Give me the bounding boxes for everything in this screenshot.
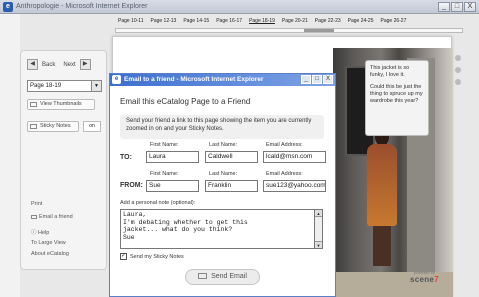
page-select-value: Page 18-19: [30, 83, 62, 89]
to-email-caption: Email Address:: [266, 142, 303, 148]
page-tab-active[interactable]: Page 18-19: [249, 18, 275, 24]
to-first-name-input[interactable]: Laura: [146, 151, 199, 163]
from-last-name-input[interactable]: Franklin: [205, 180, 258, 192]
close-button[interactable]: X: [464, 2, 476, 12]
dialog-maximize-button[interactable]: □: [312, 75, 322, 84]
dialog-titlebar[interactable]: e Email to a friend - Microsoft Internet…: [110, 74, 335, 86]
send-sticky-row: ✓ Send my Sticky Notes: [120, 253, 184, 260]
sticky-note-line2: Could this be just the thing to spruce u…: [370, 84, 423, 104]
sticky-marker[interactable]: [455, 55, 461, 61]
personal-note-textarea[interactable]: Laura, I'm debating whether to get this …: [120, 209, 315, 249]
from-last-caption: Last Name:: [209, 171, 238, 177]
scroll-up-icon[interactable]: ▲: [315, 210, 322, 217]
minimize-button[interactable]: _: [438, 2, 450, 12]
ie-icon: e: [112, 75, 121, 84]
thumbnails-icon: [30, 102, 37, 107]
page-tab[interactable]: Page 26-27: [381, 18, 407, 24]
email-friend-link[interactable]: Email a friend: [31, 214, 73, 220]
view-thumbnails-button[interactable]: View Thumbnails: [27, 99, 95, 110]
dialog-heading: Email this eCatalog Page to a Friend: [120, 97, 251, 106]
dialog-close-button[interactable]: X: [323, 75, 333, 84]
about-link[interactable]: About eCatalog: [31, 251, 69, 257]
to-first-caption: First Name:: [150, 142, 179, 148]
from-first-name-input[interactable]: Sue: [146, 180, 199, 192]
from-label: FROM:: [120, 182, 143, 189]
page-tab[interactable]: Page 16-17: [216, 18, 242, 24]
sticky-toggle[interactable]: on: [83, 121, 101, 132]
page-tab[interactable]: Page 14-15: [183, 18, 209, 24]
to-label: TO:: [120, 154, 132, 161]
page-tab[interactable]: Page 20-21: [282, 18, 308, 24]
email-friend-label: Email a friend: [39, 214, 73, 220]
maximize-button[interactable]: □: [451, 2, 463, 12]
page-tab[interactable]: Page 24-25: [348, 18, 374, 24]
send-email-button[interactable]: Send Email: [185, 269, 260, 285]
model-legs: [373, 226, 391, 266]
sticky-markers: [455, 55, 463, 125]
page-tab[interactable]: Page 10-11: [118, 18, 143, 24]
from-first-caption: First Name:: [150, 171, 179, 177]
sticky-marker[interactable]: [455, 67, 461, 73]
next-label[interactable]: Next: [63, 62, 75, 68]
send-sticky-label[interactable]: Send my Sticky Notes: [130, 254, 184, 260]
from-email-input[interactable]: sue123@yahoo.com: [263, 180, 326, 192]
help-icon: ⓘ: [31, 230, 39, 236]
view-thumbnails-label: View Thumbnails: [40, 101, 82, 107]
send-sticky-checkbox[interactable]: ✓: [120, 253, 127, 260]
sticky-notes-label: Sticky Notes: [40, 123, 71, 129]
to-last-caption: Last Name:: [209, 142, 238, 148]
from-email-caption: Email Address:: [266, 171, 303, 177]
dialog-description: Send your friend a link to this page sho…: [120, 115, 324, 139]
back-arrow-button[interactable]: ◀: [27, 59, 38, 70]
back-label[interactable]: Back: [42, 62, 55, 68]
sticky-marker[interactable]: [455, 79, 461, 85]
help-label: Help: [38, 230, 50, 236]
chevron-down-icon[interactable]: ▼: [91, 81, 101, 91]
larger-view-link[interactable]: To Large View: [31, 240, 66, 246]
to-email-input[interactable]: lcald@msn.com: [263, 151, 326, 163]
note-scrollbar[interactable]: ▲ ▼: [315, 209, 323, 249]
scroll-down-icon[interactable]: ▼: [315, 241, 322, 248]
powered-by: powered by scene7: [410, 270, 439, 284]
mail-icon: [31, 214, 37, 219]
catalog-control-panel: ◀ Back Next ▶ Page 18-19 ▼ View Thumbnai…: [20, 50, 107, 270]
sticky-note-line1: This jacket is so funky, I love it.: [370, 65, 410, 78]
dialog-title: Email to a friend - Microsoft Internet E…: [124, 76, 264, 83]
main-titlebar: e Anthropologie - Microsoft Internet Exp…: [0, 0, 479, 14]
window-title: Anthropologie - Microsoft Internet Explo…: [16, 3, 148, 10]
sticky-notes-button[interactable]: Sticky Notes: [27, 121, 79, 132]
dialog-minimize-button[interactable]: _: [301, 75, 311, 84]
note-caption: Add a personal note (optional):: [120, 200, 196, 206]
page-select[interactable]: Page 18-19 ▼: [27, 80, 102, 92]
ie-icon: e: [3, 2, 13, 12]
envelope-icon: [198, 273, 208, 280]
left-margin: [0, 14, 20, 297]
sticky-note[interactable]: This jacket is so funky, I love it. Coul…: [365, 60, 429, 136]
model-jacket: [367, 144, 397, 226]
scene7-logo: scene7: [410, 275, 439, 284]
page-tabs: Page 10-11 Page 12-13 Page 14-15 Page 16…: [118, 18, 413, 24]
page-tab[interactable]: Page 22-23: [315, 18, 341, 24]
sticky-notes-icon: [30, 124, 37, 129]
email-dialog: e Email to a friend - Microsoft Internet…: [109, 73, 336, 297]
send-email-label: Send Email: [211, 273, 247, 280]
next-arrow-button[interactable]: ▶: [79, 59, 91, 70]
to-last-name-input[interactable]: Caldwell: [205, 151, 258, 163]
help-link[interactable]: ⓘ Help: [31, 228, 49, 236]
page-tab[interactable]: Page 12-13: [150, 18, 176, 24]
print-link[interactable]: Print: [31, 201, 42, 207]
page-scroll-track[interactable]: [115, 28, 463, 33]
page-scroll-thumb[interactable]: [304, 29, 334, 32]
